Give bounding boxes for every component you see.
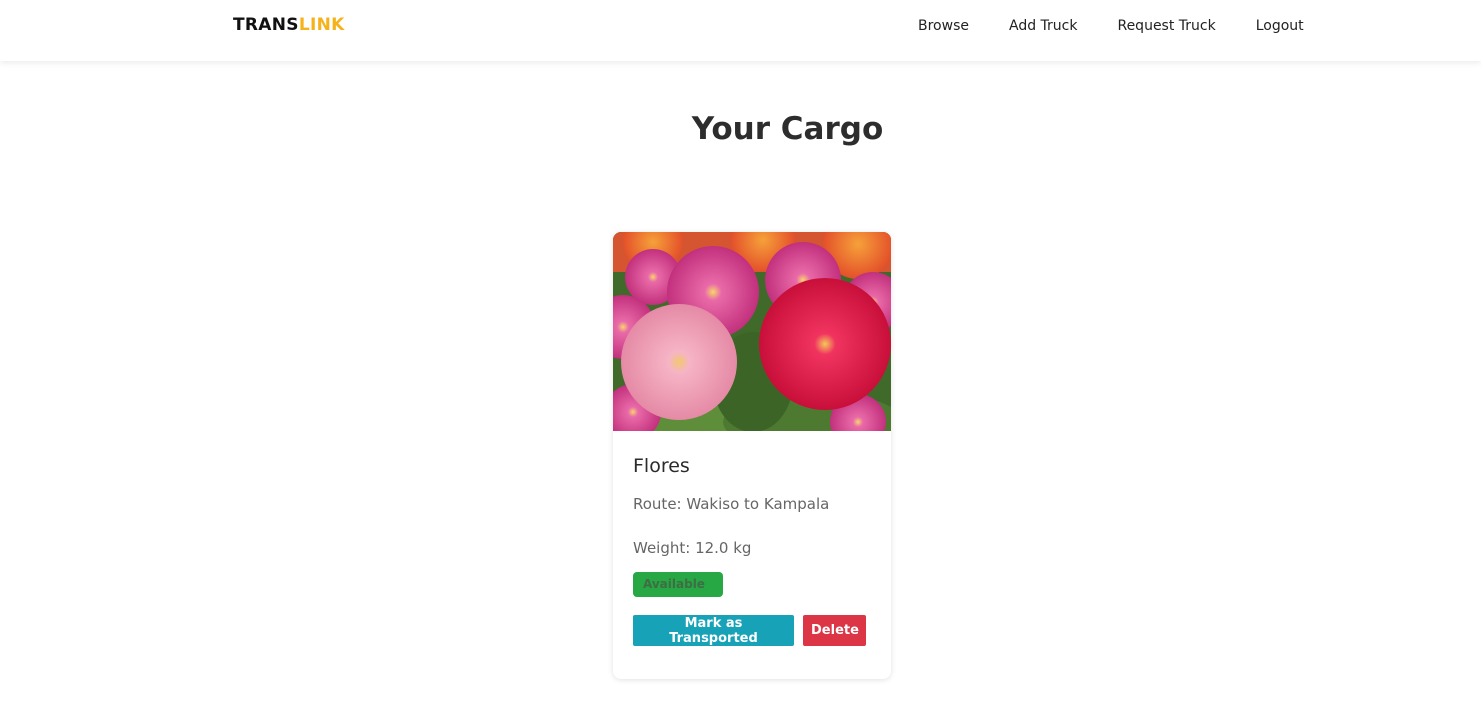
brand-logo-part1: TRANS xyxy=(233,15,299,35)
mark-as-transported-button[interactable]: Mark as Transported xyxy=(633,615,794,646)
status-badge: Available xyxy=(633,572,723,597)
cargo-card: Flores Route: Wakiso to Kampala Weight: … xyxy=(613,232,891,679)
page-title: Your Cargo xyxy=(691,111,884,147)
brand-logo[interactable]: TRANSLINK xyxy=(233,14,345,36)
nav-links: Browse Add Truck Request Truck Logout xyxy=(918,16,1304,36)
brand-logo-part2: LINK xyxy=(298,15,345,35)
nav-add-truck-link[interactable]: Add Truck xyxy=(1009,16,1077,36)
cargo-route: Route: Wakiso to Kampala xyxy=(633,495,830,513)
nav-logout-link[interactable]: Logout xyxy=(1256,16,1304,36)
cargo-actions: Mark as Transported Delete xyxy=(633,615,871,646)
cargo-image xyxy=(613,232,891,431)
cargo-name: Flores xyxy=(633,455,690,477)
navbar: TRANSLINK Browse Add Truck Request Truck… xyxy=(0,0,1481,61)
cargo-card-body: Flores Route: Wakiso to Kampala Weight: … xyxy=(613,431,891,646)
nav-request-truck-link[interactable]: Request Truck xyxy=(1117,16,1215,36)
cargo-weight: Weight: 12.0 kg xyxy=(633,539,752,557)
delete-button[interactable]: Delete xyxy=(803,615,866,646)
nav-browse-link[interactable]: Browse xyxy=(918,16,969,36)
